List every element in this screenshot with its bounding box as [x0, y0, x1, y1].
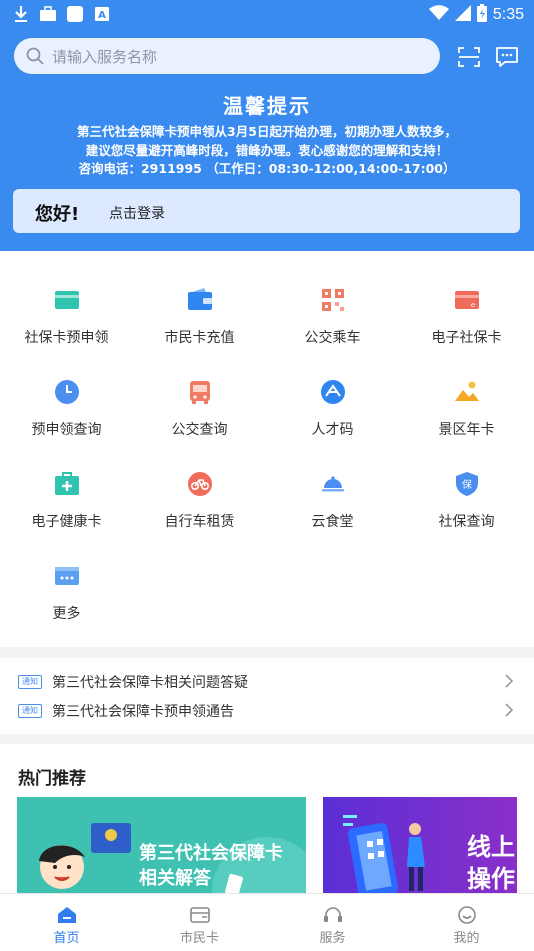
scan-icon[interactable] — [457, 46, 481, 68]
greeting: 您好! — [35, 204, 80, 225]
shield-icon: 保 — [456, 472, 478, 496]
a-app-icon: A — [93, 5, 111, 23]
svg-text:e: e — [471, 301, 475, 309]
notice-text: 第三代社会保障卡预申领通告 — [52, 704, 234, 720]
section-title: 热门推荐 — [18, 769, 86, 789]
mountain-icon — [455, 381, 479, 401]
card-icon — [55, 291, 79, 309]
service-item-more[interactable]: 更多 — [0, 563, 133, 655]
login-card[interactable]: 您好! 点击登录 — [13, 189, 520, 233]
square-app-icon — [66, 5, 84, 23]
list-item[interactable]: 通知 第三代社会保障卡预申领通告 — [0, 696, 534, 726]
service-item-e-health-card[interactable]: 电子健康卡 — [0, 471, 133, 563]
more-icon — [55, 567, 79, 585]
service-label: 自行车租赁 — [164, 514, 235, 530]
briefcase-icon — [39, 5, 57, 23]
service-label: 公交乘车 — [304, 330, 361, 346]
talent-icon — [321, 380, 345, 404]
hot-recommend-section: 热门推荐 第三代社会保障卡 相关解答 线上 操作 — [0, 744, 534, 894]
notice-tag: 通知 — [18, 675, 42, 689]
service-label: 社保查询 — [438, 514, 495, 530]
service-item-citizen-card-topup[interactable]: 市民卡充值 — [133, 287, 266, 379]
bottom-tab-bar: 首页 市民卡 服务 我的 — [0, 893, 534, 951]
card-wallet-icon — [190, 907, 210, 923]
notice-line: 建议您尽量避开高峰时段，错峰办理。衷心感谢您的理解和支持！ — [85, 143, 449, 158]
tab-service[interactable]: 服务 — [266, 894, 399, 951]
banner-line: 操作 — [467, 865, 515, 893]
chevron-right-icon — [505, 703, 514, 717]
notice-tag: 通知 — [18, 704, 42, 718]
tab-mine[interactable]: 我的 — [400, 894, 533, 951]
service-label: 社保卡预申领 — [24, 330, 109, 346]
notice-line: 第三代社会保障卡预申领从3月5日起开始办理，初期办理人数较多， — [77, 124, 457, 139]
message-icon[interactable] — [495, 46, 519, 68]
download-icon — [12, 5, 30, 23]
service-label: 景区年卡 — [438, 422, 495, 438]
banner-line: 线上 — [467, 833, 515, 861]
medical-kit-icon — [55, 472, 79, 495]
search-icon — [26, 47, 44, 65]
banner-text: 第三代社会保障卡 相关解答 — [139, 841, 283, 891]
banner-online-operation[interactable]: 线上 操作 — [323, 797, 517, 894]
clock-time: 5:35 — [492, 6, 524, 23]
service-label: 电子健康卡 — [31, 514, 102, 530]
service-item-bus-ride[interactable]: 公交乘车 — [266, 287, 399, 379]
bus-icon — [190, 381, 210, 404]
dish-icon — [322, 476, 344, 492]
service-label: 电子社保卡 — [431, 330, 502, 346]
bicycle-icon — [188, 472, 212, 496]
tab-home[interactable]: 首页 — [0, 894, 133, 951]
qr-code-icon — [322, 289, 344, 311]
notice-list: 通知 第三代社会保障卡相关问题答疑 通知 第三代社会保障卡预申领通告 — [0, 658, 534, 734]
headset-icon — [324, 907, 342, 922]
service-item-talent-code[interactable]: 人才码 — [266, 379, 399, 471]
tab-label: 市民卡 — [179, 931, 219, 946]
banner-line: 第三代社会保障卡 — [139, 843, 283, 864]
search-input[interactable]: 请输入服务名称 — [14, 38, 440, 74]
wallet-icon — [188, 288, 212, 310]
wifi-icon — [428, 5, 449, 25]
battery-icon — [476, 4, 487, 26]
banner-social-card-faq[interactable]: 第三代社会保障卡 相关解答 — [17, 797, 306, 894]
notice-title: 温馨提示 — [223, 94, 311, 118]
service-item-apply-query[interactable]: 预申领查询 — [0, 379, 133, 471]
list-item[interactable]: 通知 第三代社会保障卡相关问题答疑 — [0, 667, 534, 697]
notice-text: 第三代社会保障卡相关问题答疑 — [52, 675, 248, 691]
banner-text: 线上 操作 — [467, 831, 515, 894]
service-item-social-card-apply[interactable]: 社保卡预申领 — [0, 287, 133, 379]
status-bar: A 5:35 — [0, 0, 534, 30]
smile-icon — [458, 906, 476, 924]
service-item-e-social-card[interactable]: e 电子社保卡 — [400, 287, 533, 379]
tab-label: 服务 — [319, 931, 346, 946]
search-placeholder: 请输入服务名称 — [52, 47, 158, 66]
login-link[interactable]: 点击登录 — [109, 203, 165, 223]
service-item-cloud-canteen[interactable]: 云食堂 — [266, 471, 399, 563]
tab-citizen-card[interactable]: 市民卡 — [133, 894, 266, 951]
service-item-bus-query[interactable]: 公交查询 — [133, 379, 266, 471]
service-grid: 社保卡预申领 市民卡充值 公交乘车 e 电子社保卡 预申领查询 公交查询 人才码… — [0, 251, 534, 647]
svg-text:保: 保 — [462, 478, 472, 491]
service-label: 市民卡充值 — [164, 330, 235, 346]
signal-icon — [454, 5, 471, 25]
service-item-social-insurance-query[interactable]: 保 社保查询 — [400, 471, 533, 563]
clock-icon — [55, 380, 79, 404]
e-card-icon: e — [455, 291, 479, 309]
service-label: 公交查询 — [171, 422, 228, 438]
tab-label: 首页 — [53, 931, 80, 946]
home-icon — [58, 907, 76, 923]
notice-line: 咨询电话：2911995 （工作日：08:30-12:00,14:00-17:0… — [78, 161, 456, 176]
banner-line: 相关解答 — [139, 868, 211, 889]
service-label: 人才码 — [311, 422, 354, 438]
service-label: 更多 — [52, 606, 81, 622]
service-label: 云食堂 — [311, 514, 354, 530]
svg-text:A: A — [98, 10, 106, 21]
service-label: 预申领查询 — [31, 422, 102, 438]
tab-label: 我的 — [453, 931, 480, 946]
header-banner: A 5:35 请输入服务名称 温馨提示 第三代社会保障卡预申领从3月5日起开始办… — [0, 0, 534, 251]
service-item-bike-rental[interactable]: 自行车租赁 — [133, 471, 266, 563]
chevron-right-icon — [505, 674, 514, 688]
service-item-scenic-annual-card[interactable]: 景区年卡 — [400, 379, 533, 471]
